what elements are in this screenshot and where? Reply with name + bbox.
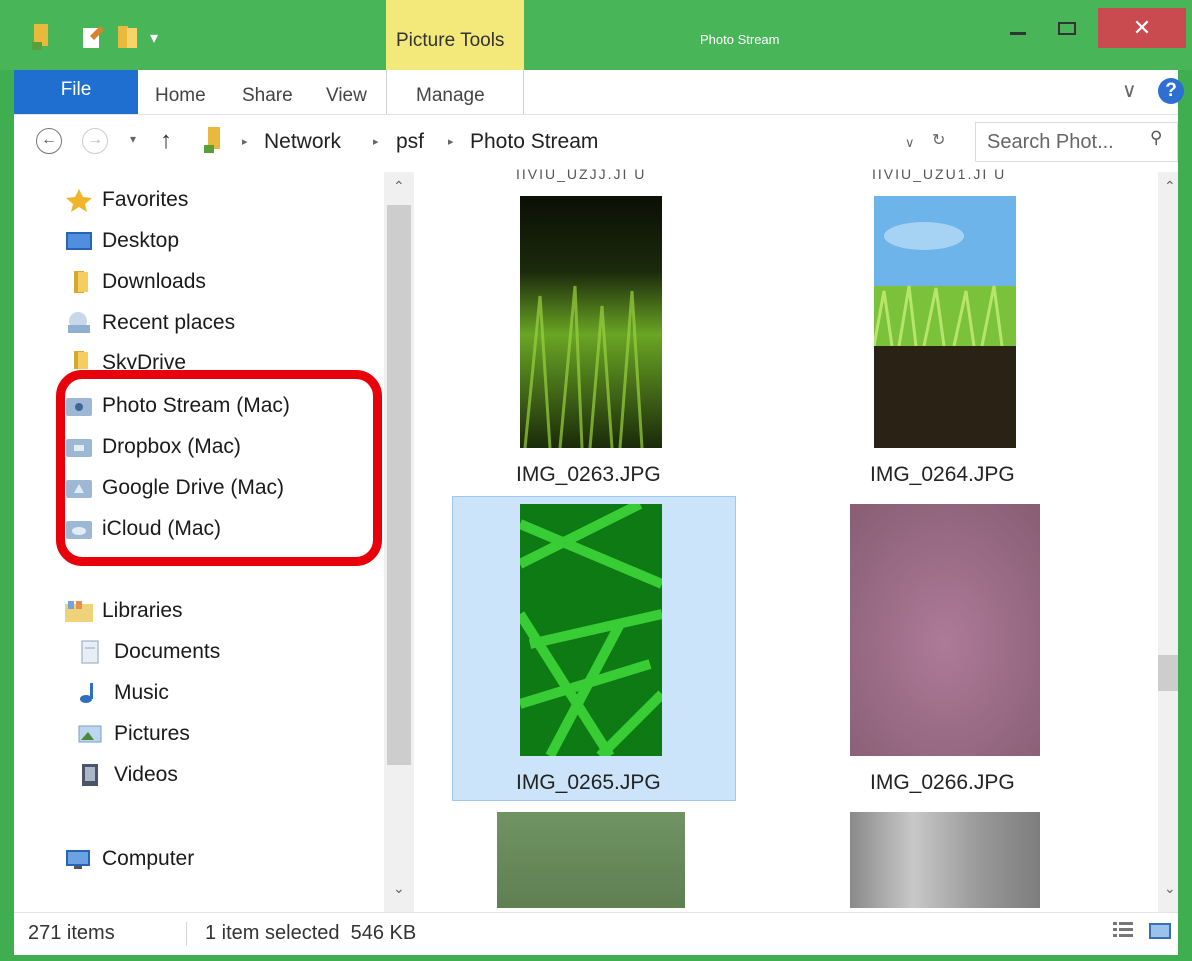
selection-info: 1 item selected 546 KB <box>205 922 417 944</box>
minimize-button[interactable] <box>1010 32 1026 35</box>
cut-off-file-label: IIVIU_UZU1.JI U <box>872 166 1007 182</box>
content-scrollbar[interactable] <box>1158 172 1178 912</box>
image-thumbnail[interactable] <box>850 812 1040 908</box>
folder-icon <box>74 351 88 369</box>
maximize-button[interactable] <box>1058 22 1076 35</box>
nav-libraries[interactable]: Libraries <box>64 592 183 630</box>
breadcrumb-separator-icon[interactable]: ▸ <box>242 135 248 148</box>
nav-scroll-down-icon[interactable]: ⌄ <box>393 880 405 897</box>
nav-skydrive[interactable]: SkyDrive <box>64 345 186 369</box>
libraries-icon <box>65 601 93 622</box>
picture-tools-label: Picture Tools <box>396 30 505 51</box>
desktop-icon <box>66 232 92 250</box>
nav-scroll-up-icon[interactable]: ⌃ <box>393 178 405 195</box>
close-icon: ✕ <box>1132 15 1152 40</box>
folder-icon <box>74 271 88 293</box>
back-button[interactable]: ← <box>36 128 62 154</box>
image-thumbnail[interactable] <box>874 196 1016 448</box>
close-button[interactable]: ✕ <box>1098 8 1186 48</box>
picture-tools-context: Picture Tools <box>386 0 524 70</box>
videos-icon <box>82 764 98 786</box>
nav-recent-places[interactable]: Recent places <box>64 304 235 342</box>
window-title: Photo Stream <box>700 32 780 47</box>
nav-desktop[interactable]: Desktop <box>64 222 179 260</box>
help-icon[interactable]: ? <box>1158 78 1184 104</box>
nav-computer[interactable]: Computer <box>64 840 194 878</box>
tab-file[interactable]: File <box>14 70 138 114</box>
nav-documents[interactable]: Documents <box>76 633 220 671</box>
content-scroll-up-icon[interactable]: ⌃ <box>1164 178 1176 195</box>
nav-scrollbar-thumb[interactable] <box>387 205 411 765</box>
quick-access-dropdown-icon[interactable]: ▾ <box>150 28 158 48</box>
status-divider <box>186 922 187 946</box>
highlight-annotation <box>56 370 382 566</box>
breadcrumb-photo-stream[interactable]: Photo Stream <box>470 130 598 154</box>
up-button[interactable]: ↑ <box>160 127 172 155</box>
network-folder-icon <box>204 127 220 153</box>
content-scrollbar-thumb[interactable] <box>1158 655 1178 691</box>
large-icons-view-icon[interactable] <box>1148 920 1172 942</box>
file-name-label[interactable]: IMG_0264.JPG <box>870 463 1015 487</box>
star-icon <box>66 189 92 212</box>
file-name-label[interactable]: IMG_0266.JPG <box>870 771 1015 795</box>
address-dropdown-icon[interactable]: ∨ <box>905 135 915 151</box>
item-count: 271 items <box>28 922 115 944</box>
folder-properties-icon[interactable] <box>26 22 56 52</box>
new-file-icon[interactable] <box>78 22 108 52</box>
nav-favorites[interactable]: Favorites <box>64 181 188 219</box>
nav-music[interactable]: Music <box>76 674 169 712</box>
breadcrumb-psf[interactable]: psf <box>396 130 424 154</box>
nav-item-label: Downloads <box>102 270 206 293</box>
breadcrumb-separator-icon[interactable]: ▸ <box>448 135 454 148</box>
computer-icon <box>66 850 90 869</box>
nav-item-label: Documents <box>114 640 221 663</box>
new-folder-icon[interactable] <box>114 22 144 52</box>
nav-videos[interactable]: Videos <box>76 756 178 794</box>
nav-item-label: Libraries <box>102 599 183 622</box>
breadcrumb-network[interactable]: Network <box>264 130 341 154</box>
status-bar <box>14 912 1178 955</box>
nav-item-label: Videos <box>114 763 178 786</box>
tab-home[interactable]: Home <box>155 85 206 107</box>
file-name-label[interactable]: IMG_0265.JPG <box>516 771 661 795</box>
nav-downloads[interactable]: Downloads <box>64 263 206 301</box>
nav-item-label: Recent places <box>102 311 236 334</box>
refresh-icon[interactable]: ↻ <box>932 130 945 150</box>
recent-places-icon <box>68 312 90 333</box>
nav-pictures[interactable]: Pictures <box>76 715 190 753</box>
image-thumbnail[interactable] <box>520 196 662 448</box>
nav-item-label: SkyDrive <box>102 351 187 369</box>
recent-locations-icon[interactable]: ▾ <box>130 132 136 146</box>
content-scroll-down-icon[interactable]: ⌄ <box>1164 880 1176 897</box>
nav-item-label: Favorites <box>102 188 189 211</box>
music-icon <box>80 683 93 703</box>
pictures-icon <box>78 725 102 743</box>
expand-ribbon-icon[interactable]: ∨ <box>1122 78 1137 103</box>
documents-icon <box>81 640 99 664</box>
details-view-icon[interactable] <box>1112 920 1134 942</box>
breadcrumb-separator-icon[interactable]: ▸ <box>373 135 379 148</box>
nav-item-label: Music <box>114 681 169 704</box>
tab-view[interactable]: View <box>326 85 367 107</box>
tab-manage[interactable]: Manage <box>416 85 485 107</box>
image-thumbnail[interactable] <box>850 504 1040 756</box>
nav-item-label: Desktop <box>102 229 180 252</box>
nav-item-label: Pictures <box>114 722 190 745</box>
image-thumbnail[interactable] <box>520 504 662 756</box>
image-thumbnail[interactable] <box>497 812 685 908</box>
tab-share[interactable]: Share <box>242 85 293 107</box>
nav-item-label: Computer <box>102 847 195 870</box>
forward-button[interactable]: → <box>82 128 108 154</box>
search-placeholder: Search Phot... <box>987 131 1114 153</box>
title-bar: ▾ Picture Tools Photo Stream ✕ <box>0 0 1192 70</box>
cut-off-file-label: IIVIU_UZJJ.JI U <box>516 166 647 182</box>
file-name-label[interactable]: IMG_0263.JPG <box>516 463 661 487</box>
search-icon[interactable]: ⚲ <box>1150 128 1162 148</box>
